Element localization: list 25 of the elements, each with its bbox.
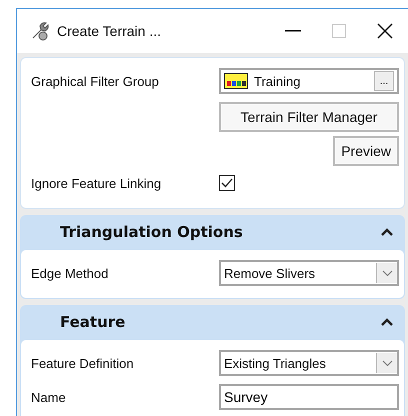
collapse-icon[interactable] [381, 318, 393, 326]
collapse-icon[interactable] [381, 228, 393, 236]
checkbox-label: Ignore Feature Linking [31, 176, 162, 190]
chevron-icon [382, 270, 392, 276]
field-value: Training [254, 74, 302, 88]
input-field[interactable]: Survey [219, 384, 399, 410]
field-label: Feature Definition [31, 356, 135, 370]
field-label: Name [31, 390, 67, 404]
terrain-filter-manager-button[interactable]: Terrain Filter Manager [219, 102, 399, 132]
dropdown[interactable]: Existing Triangles [219, 350, 399, 376]
filter-group-icon [224, 73, 248, 89]
field-label: Edge Method [31, 266, 110, 280]
checkbox[interactable] [219, 175, 235, 191]
browse-button[interactable]: ... [374, 71, 394, 91]
preview-button[interactable]: Preview [333, 136, 399, 166]
maximize-icon [332, 24, 346, 38]
filter-group-field[interactable]: Training ... [219, 68, 399, 94]
minimize-icon [285, 30, 301, 32]
section-title: Feature [60, 313, 126, 331]
chevron-icon [382, 360, 392, 366]
close-icon [377, 23, 393, 39]
window-title: Create Terrain ... [57, 23, 162, 39]
dropdown[interactable]: Remove Slivers [219, 260, 399, 286]
section-title: Triangulation Options [60, 223, 243, 241]
field-label: Graphical Filter Group [31, 74, 160, 88]
